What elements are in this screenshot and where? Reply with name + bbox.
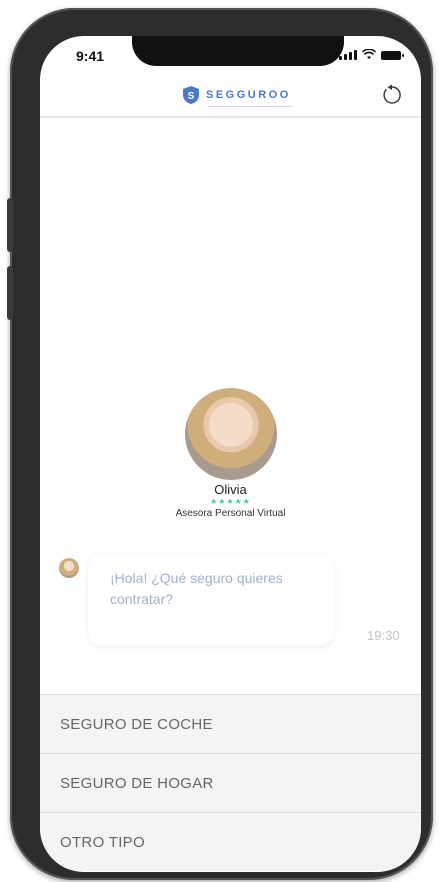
brand[interactable]: S SEGGUROO [183, 86, 291, 104]
agent-avatar [184, 388, 277, 480]
volume-button [7, 266, 13, 320]
battery-icon [381, 51, 404, 60]
message-text: ¡Hola! ¿Qué seguro quieres contratar? [110, 570, 283, 607]
option-seguro-de-hogar[interactable]: SEGURO DE HOGAR [40, 753, 421, 812]
phone-frame: 9:41 S SEGGUROO Olivia ★★★★★ Asesora Per… [7, 8, 433, 880]
screen: 9:41 S SEGGUROO Olivia ★★★★★ Asesora Per… [40, 36, 421, 872]
agent-rating-stars: ★★★★★ [210, 497, 251, 506]
status-icons [339, 49, 404, 60]
message-avatar [59, 558, 79, 578]
brand-underline [208, 106, 292, 107]
agent-name: Olivia [214, 482, 247, 497]
reply-options: SEGURO DE COCHE SEGURO DE HOGAR OTRO TIP… [40, 694, 421, 871]
message-bubble: ¡Hola! ¿Qué seguro quieres contratar? [88, 554, 334, 646]
status-time: 9:41 [76, 48, 105, 64]
message-time: 19:30 [367, 628, 400, 643]
signal-icon [339, 50, 357, 60]
silent-switch [7, 198, 13, 252]
brand-logo-letter: S [188, 91, 195, 102]
agent-role: Asesora Personal Virtual [175, 508, 286, 519]
agent-profile: Olivia ★★★★★ Asesora Personal Virtual [40, 388, 421, 519]
shield-logo-icon: S [183, 86, 199, 104]
notch [132, 36, 344, 66]
refresh-icon[interactable] [381, 84, 403, 106]
option-seguro-de-coche[interactable]: SEGURO DE COCHE [40, 694, 421, 753]
option-otro-tipo[interactable]: OTRO TIPO [40, 812, 421, 871]
wifi-icon [362, 49, 376, 59]
brand-name: SEGGUROO [206, 89, 291, 101]
app-header: S SEGGUROO [40, 74, 421, 118]
